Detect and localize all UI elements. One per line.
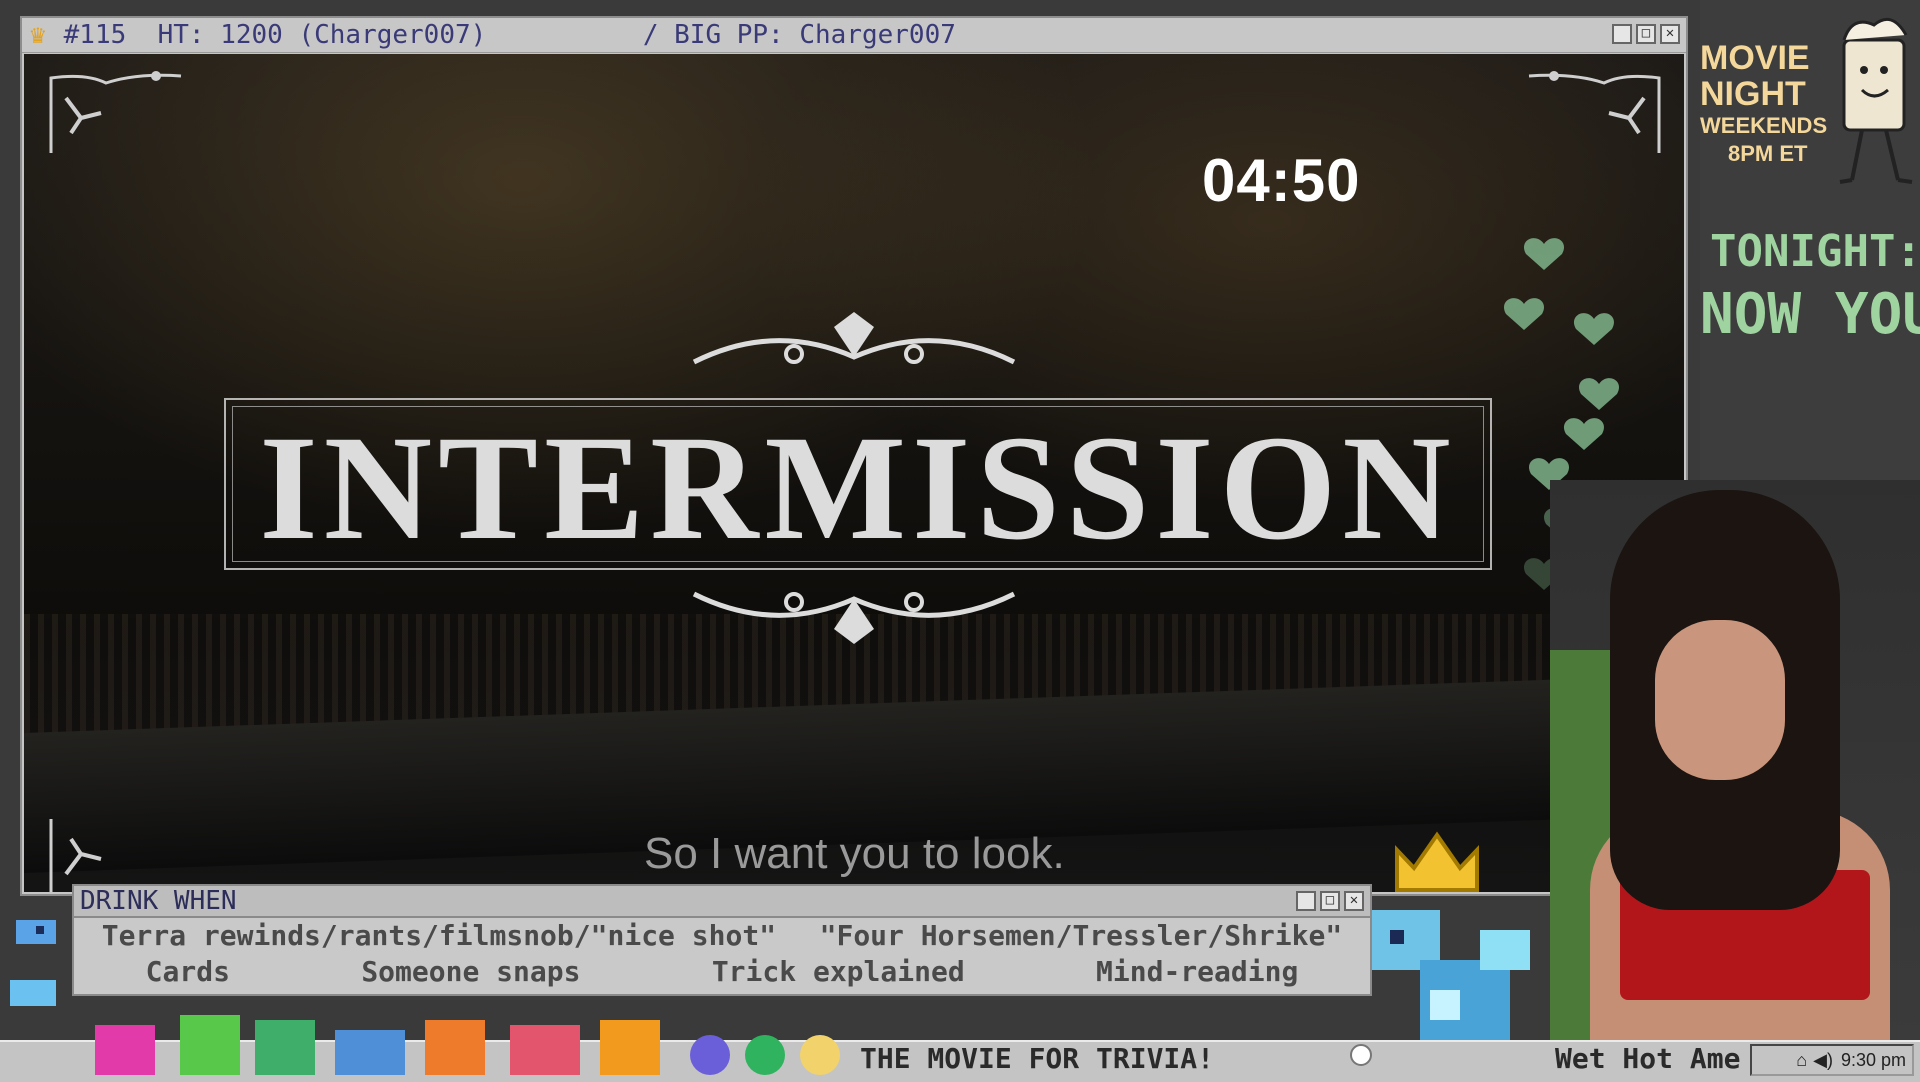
minimize-button[interactable] — [1612, 24, 1632, 44]
maximize-button[interactable]: □ — [1636, 24, 1656, 44]
promo-line2: NIGHT — [1700, 75, 1806, 113]
webcam-feed — [1550, 480, 1920, 1040]
corner-flourish-bottom-left-icon — [49, 819, 124, 892]
tonight-label: TONIGHT: — [1710, 226, 1920, 277]
countdown-timer: 04:50 — [1202, 147, 1361, 214]
drink-close-button[interactable]: ✕ — [1344, 891, 1364, 911]
video-window: ♛ #115 HT: 1200 (Charger007) / BIG PP: C… — [20, 16, 1688, 896]
title-bar: ♛ #115 HT: 1200 (Charger007) / BIG PP: C… — [22, 18, 1686, 53]
corner-flourish-top-right-icon — [1528, 71, 1661, 153]
top-ornament-icon — [692, 312, 1016, 365]
popcorn-mascot-icon — [1839, 17, 1913, 184]
drink-row-2: Cards Someone snaps Trick explained Mind… — [74, 954, 1370, 990]
intermission-title: INTERMISSION — [259, 405, 1457, 571]
corner-flourish-top-left-icon — [49, 71, 182, 153]
streamer-face — [1655, 620, 1785, 780]
drink-rule: Trick explained — [711, 955, 965, 988]
promo-line4: 8PM ET — [1728, 141, 1808, 166]
movie-night-promo: MOVIE NIGHT WEEKENDS 8PM ET — [1700, 40, 1840, 168]
pixel-dragon-icon — [1370, 910, 1530, 1040]
drink-panel-controls: □ ✕ — [1296, 891, 1364, 911]
clock[interactable]: 9:30 pm — [1841, 1050, 1906, 1071]
drink-rule: Terra rewinds/rants/filmsnob/"nice shot" — [101, 919, 777, 952]
drink-rule: Mind-reading — [1096, 955, 1299, 988]
system-tray: ⌂ ◀) 9:30 pm — [1750, 1044, 1914, 1076]
title-bar-text: #115 HT: 1200 (Charger007) / BIG PP: Cha… — [63, 20, 956, 50]
drink-row-1: Terra rewinds/rants/filmsnob/"nice shot"… — [74, 918, 1370, 954]
drink-rule: "Four Horsemen/Tressler/Shrike" — [819, 919, 1343, 952]
pixel-pets-row-icon — [95, 1015, 840, 1075]
volume-icon[interactable]: ◀) — [1813, 1050, 1833, 1071]
crown-icon: ♛ — [30, 20, 46, 50]
pixel-bird-icon — [10, 920, 56, 1006]
window-controls: □ ✕ — [1612, 24, 1680, 44]
close-button[interactable]: ✕ — [1660, 24, 1680, 44]
drink-rule: Cards — [145, 955, 230, 988]
video-subtitle: So I want you to look. — [644, 829, 1065, 878]
promo-line1: MOVIE — [1700, 39, 1810, 77]
drink-panel-header: DRINK WHEN □ ✕ — [74, 886, 1370, 918]
video-frame: 04:50 INTERMISSION So I want you to look… — [24, 54, 1684, 892]
drink-panel-title: DRINK WHEN — [80, 886, 237, 916]
bottom-ornament-icon — [692, 591, 1016, 644]
drink-minimize-button[interactable] — [1296, 891, 1316, 911]
tonight-movie: NOW YOU — [1700, 282, 1920, 347]
intermission-frame: INTERMISSION — [224, 398, 1492, 570]
promo-line3: WEEKENDS — [1700, 113, 1828, 138]
drink-when-panel: DRINK WHEN □ ✕ Terra rewinds/rants/films… — [72, 884, 1372, 996]
ticker-text: THE MOVIE FOR TRIVIA! — [860, 1042, 1215, 1075]
drink-maximize-button[interactable]: □ — [1320, 891, 1340, 911]
ticker-text-right: Wet Hot Ame — [1555, 1042, 1741, 1075]
network-icon[interactable]: ⌂ — [1796, 1050, 1807, 1071]
drink-rule: Someone snaps — [361, 955, 581, 988]
radio-indicator[interactable] — [1350, 1044, 1372, 1066]
pixel-crown-icon — [1395, 831, 1479, 892]
